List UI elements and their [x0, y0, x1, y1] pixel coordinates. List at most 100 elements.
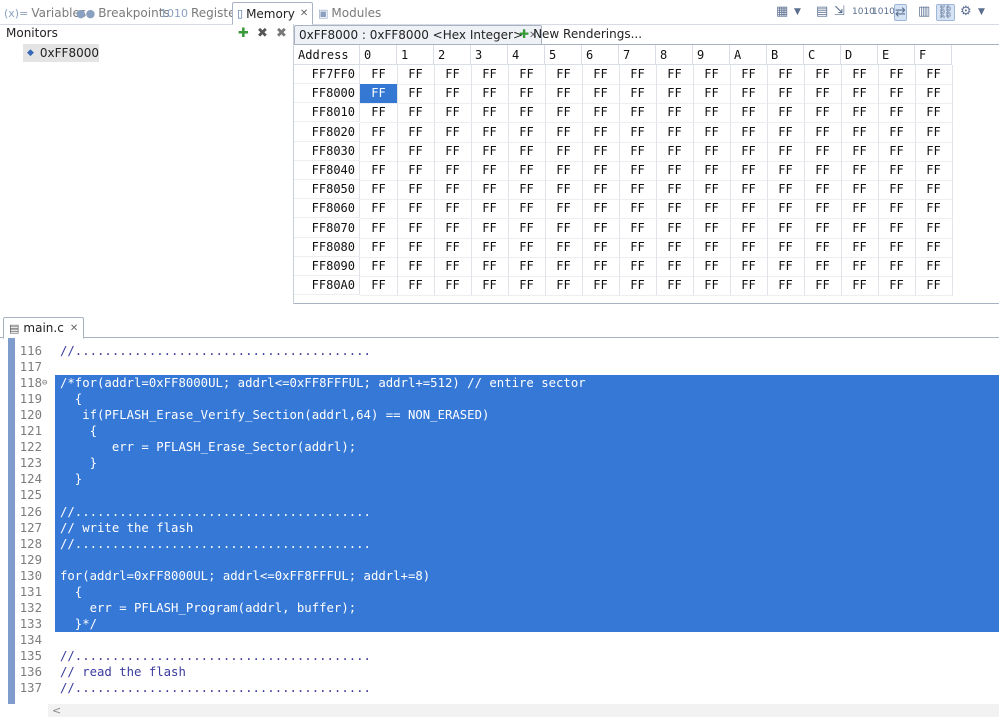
- memory-byte-cell[interactable]: FF: [582, 237, 620, 258]
- view-menu-icon[interactable]: ▼: [978, 7, 985, 17]
- memory-byte-cell[interactable]: FF: [471, 122, 509, 143]
- memory-byte-cell[interactable]: FF: [434, 257, 472, 277]
- memory-byte-cell[interactable]: FF: [545, 65, 583, 85]
- memory-byte-cell[interactable]: FF: [841, 103, 879, 124]
- toggle-split-pane-icon[interactable]: ▥: [918, 4, 930, 19]
- memory-byte-cell[interactable]: FF: [730, 218, 768, 239]
- memory-byte-cell[interactable]: FF: [656, 180, 694, 201]
- memory-byte-cell[interactable]: FF: [360, 141, 398, 162]
- memory-byte-cell[interactable]: FF: [841, 84, 879, 105]
- memory-byte-cell[interactable]: FF: [582, 84, 620, 105]
- memory-byte-cell[interactable]: FF: [360, 199, 398, 220]
- code-line[interactable]: //......................................…: [60, 649, 371, 663]
- code-line[interactable]: //......................................…: [60, 681, 371, 695]
- memory-byte-cell[interactable]: FF: [582, 199, 620, 220]
- memory-byte-cell[interactable]: FF: [397, 276, 435, 297]
- memory-byte-cell[interactable]: FF: [730, 122, 768, 143]
- memory-byte-cell[interactable]: FF: [471, 141, 509, 162]
- memory-byte-cell[interactable]: FF: [693, 257, 731, 277]
- memory-byte-cell[interactable]: FF: [545, 257, 583, 277]
- memory-byte-cell[interactable]: FF: [619, 161, 657, 181]
- memory-byte-cell[interactable]: FF: [841, 65, 879, 85]
- memory-byte-cell[interactable]: FF: [915, 122, 953, 143]
- memory-byte-cell[interactable]: FF: [397, 122, 435, 143]
- memory-byte-cell[interactable]: FF: [878, 141, 916, 162]
- memory-byte-cell[interactable]: FF: [545, 276, 583, 297]
- code-line[interactable]: for(addrl=0xFF8000UL; addrl<=0xFF8FFFUL;…: [60, 569, 430, 583]
- memory-byte-cell[interactable]: FF: [545, 199, 583, 220]
- memory-byte-cell[interactable]: FF: [804, 199, 842, 220]
- memory-byte-cell[interactable]: FF: [693, 141, 731, 162]
- memory-byte-cell[interactable]: FF: [397, 141, 435, 162]
- memory-byte-cell[interactable]: FF: [434, 122, 472, 143]
- memory-byte-cell[interactable]: FF: [730, 84, 768, 105]
- memory-byte-cell[interactable]: FF: [508, 161, 546, 181]
- find-replace-icon[interactable]: 1010: [872, 7, 895, 17]
- memory-byte-cell[interactable]: FF: [804, 237, 842, 258]
- memory-byte-cell[interactable]: FF: [841, 257, 879, 277]
- memory-byte-cell[interactable]: FF: [656, 84, 694, 105]
- memory-byte-cell[interactable]: FF: [915, 161, 953, 181]
- memory-byte-cell[interactable]: FF: [804, 161, 842, 181]
- tab-memory[interactable]: ▯ Memory ✕: [232, 2, 314, 25]
- memory-byte-cell[interactable]: FF: [804, 84, 842, 105]
- memory-byte-cell[interactable]: FF: [878, 65, 916, 85]
- memory-byte-cell[interactable]: FF: [767, 161, 805, 181]
- tab-new-renderings[interactable]: ✚ New Renderings...: [515, 25, 646, 43]
- memory-byte-cell[interactable]: FF: [767, 237, 805, 258]
- code-line[interactable]: }*/: [60, 617, 97, 631]
- memory-byte-cell[interactable]: FF: [397, 237, 435, 258]
- memory-byte-cell[interactable]: FF: [767, 103, 805, 124]
- memory-byte-cell[interactable]: FF: [730, 199, 768, 220]
- memory-byte-cell[interactable]: FF: [915, 257, 953, 277]
- memory-byte-cell[interactable]: FF: [767, 199, 805, 220]
- memory-byte-cell[interactable]: FF: [841, 237, 879, 258]
- memory-byte-cell[interactable]: FF: [656, 276, 694, 297]
- memory-byte-cell[interactable]: FF: [804, 65, 842, 85]
- memory-byte-cell[interactable]: FF: [582, 65, 620, 85]
- memory-byte-cell[interactable]: FF: [360, 103, 398, 124]
- memory-byte-cell[interactable]: FF: [656, 237, 694, 258]
- close-icon[interactable]: ✕: [70, 323, 78, 334]
- memory-byte-cell[interactable]: FF: [878, 84, 916, 105]
- fold-toggle-icon[interactable]: ⊖: [42, 378, 47, 388]
- memory-byte-cell[interactable]: FF: [545, 103, 583, 124]
- memory-byte-cell[interactable]: FF: [878, 122, 916, 143]
- memory-byte-cell[interactable]: FF: [656, 141, 694, 162]
- horizontal-scrollbar[interactable]: <: [48, 704, 999, 717]
- memory-byte-cell[interactable]: FF: [508, 257, 546, 277]
- memory-byte-cell[interactable]: FF: [656, 122, 694, 143]
- memory-byte-cell[interactable]: FF: [508, 218, 546, 239]
- memory-byte-cell[interactable]: FF: [582, 141, 620, 162]
- memory-byte-cell[interactable]: FF: [508, 199, 546, 220]
- memory-byte-cell[interactable]: FF: [915, 218, 953, 239]
- code-line[interactable]: }: [60, 472, 82, 486]
- memory-byte-cell[interactable]: FF: [730, 276, 768, 297]
- memory-byte-cell[interactable]: FF: [767, 276, 805, 297]
- memory-byte-cell[interactable]: FF: [582, 103, 620, 124]
- memory-byte-cell[interactable]: FF: [841, 161, 879, 181]
- memory-byte-cell[interactable]: FF: [471, 180, 509, 201]
- memory-byte-cell[interactable]: FF: [360, 180, 398, 201]
- scroll-left-icon[interactable]: <: [52, 704, 61, 717]
- tab-variables[interactable]: (x)= Variables: [4, 3, 86, 23]
- memory-byte-cell[interactable]: FF: [656, 161, 694, 181]
- add-monitor-icon[interactable]: ✚: [238, 26, 249, 41]
- memory-byte-cell[interactable]: FF: [693, 276, 731, 297]
- memory-byte-cell[interactable]: FF: [804, 276, 842, 297]
- memory-byte-cell[interactable]: FF: [619, 199, 657, 220]
- memory-byte-cell[interactable]: FF: [804, 122, 842, 143]
- memory-byte-cell[interactable]: FF: [619, 122, 657, 143]
- memory-byte-cell[interactable]: FF: [804, 218, 842, 239]
- memory-byte-cell[interactable]: FF: [434, 161, 472, 181]
- memory-byte-cell[interactable]: FF: [508, 65, 546, 85]
- memory-byte-cell[interactable]: FF: [582, 257, 620, 277]
- memory-byte-cell[interactable]: FF: [434, 141, 472, 162]
- memory-byte-cell[interactable]: FF: [397, 84, 435, 105]
- memory-byte-cell[interactable]: FF: [915, 141, 953, 162]
- memory-byte-cell[interactable]: FF: [434, 237, 472, 258]
- memory-byte-cell[interactable]: FF: [656, 257, 694, 277]
- memory-byte-cell[interactable]: FF: [397, 199, 435, 220]
- memory-byte-cell[interactable]: FF: [619, 84, 657, 105]
- code-line[interactable]: // write the flash: [60, 521, 193, 535]
